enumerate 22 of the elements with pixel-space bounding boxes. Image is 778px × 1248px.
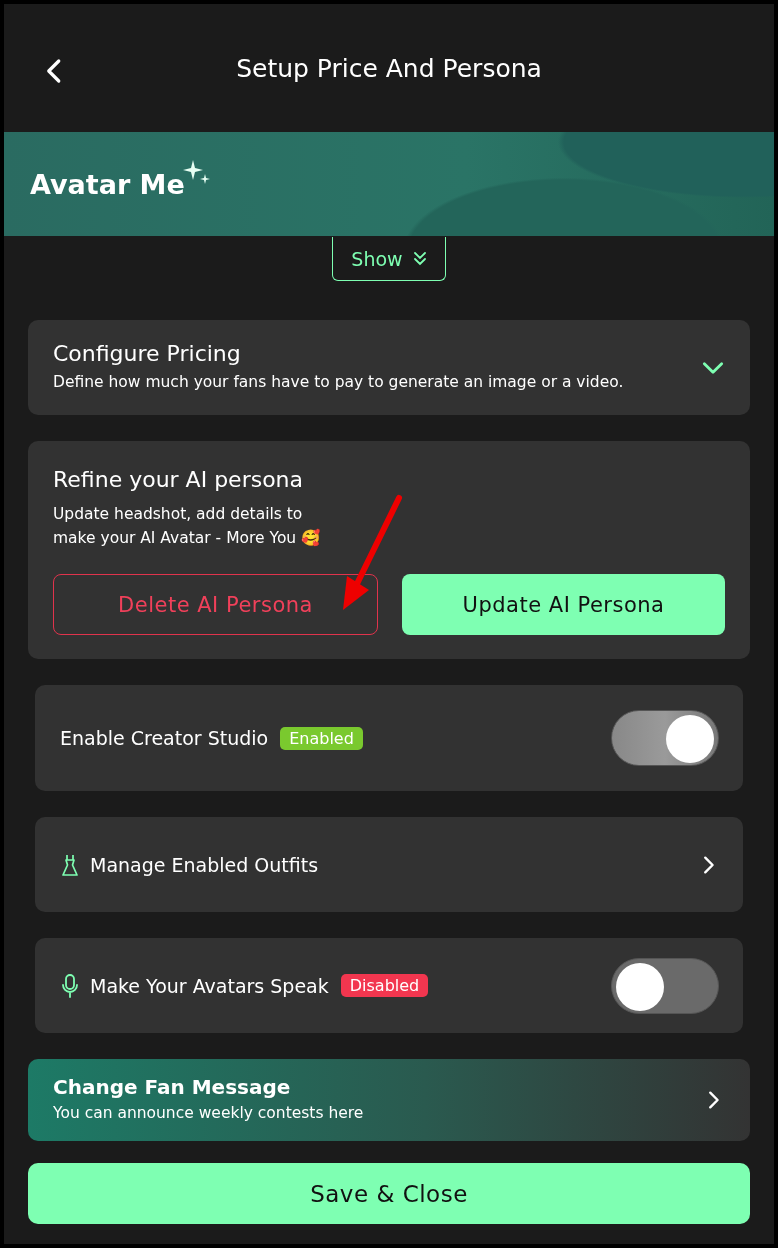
pricing-card[interactable]: Configure Pricing Define how much your fans have to pay to generate an image or a video. [28, 320, 750, 415]
save-button[interactable]: Save & Close [28, 1163, 750, 1224]
card-title: Configure Pricing [53, 341, 242, 366]
card-description: Define how much your fans have to pay to generate an image or a video. [53, 372, 625, 393]
update-button[interactable]: Update AI Persona [402, 574, 725, 636]
fan-message-card[interactable]: Change Fan Message You can announce weekly contests here [28, 1059, 750, 1142]
card-title: Refine your AI persona [53, 467, 305, 492]
card-title: Change Fan Message [53, 1075, 292, 1099]
setting-label: Manage Enabled Outfits [90, 853, 319, 876]
setting-label: Make Your Avatars Speak [90, 974, 329, 997]
show-button[interactable]: Show [332, 237, 446, 281]
page-title: Setup Price And Persona [236, 53, 542, 83]
card-description: You can announce weekly contests here [53, 1103, 365, 1124]
banner-title: Avatar Me [30, 168, 185, 200]
setting-label: Enable Creator Studio [60, 727, 269, 750]
status-badge: Enabled [280, 726, 363, 750]
setting-row[interactable]: Manage Enabled Outfits [35, 817, 743, 913]
dress-icon [60, 852, 80, 877]
status-badge: Disabled [340, 974, 429, 998]
card-description: Update headshot, add details to make your AI Avatar - More You 🥰 [53, 504, 322, 549]
microphone-icon [60, 972, 80, 999]
double-chevron-icon [412, 250, 427, 267]
